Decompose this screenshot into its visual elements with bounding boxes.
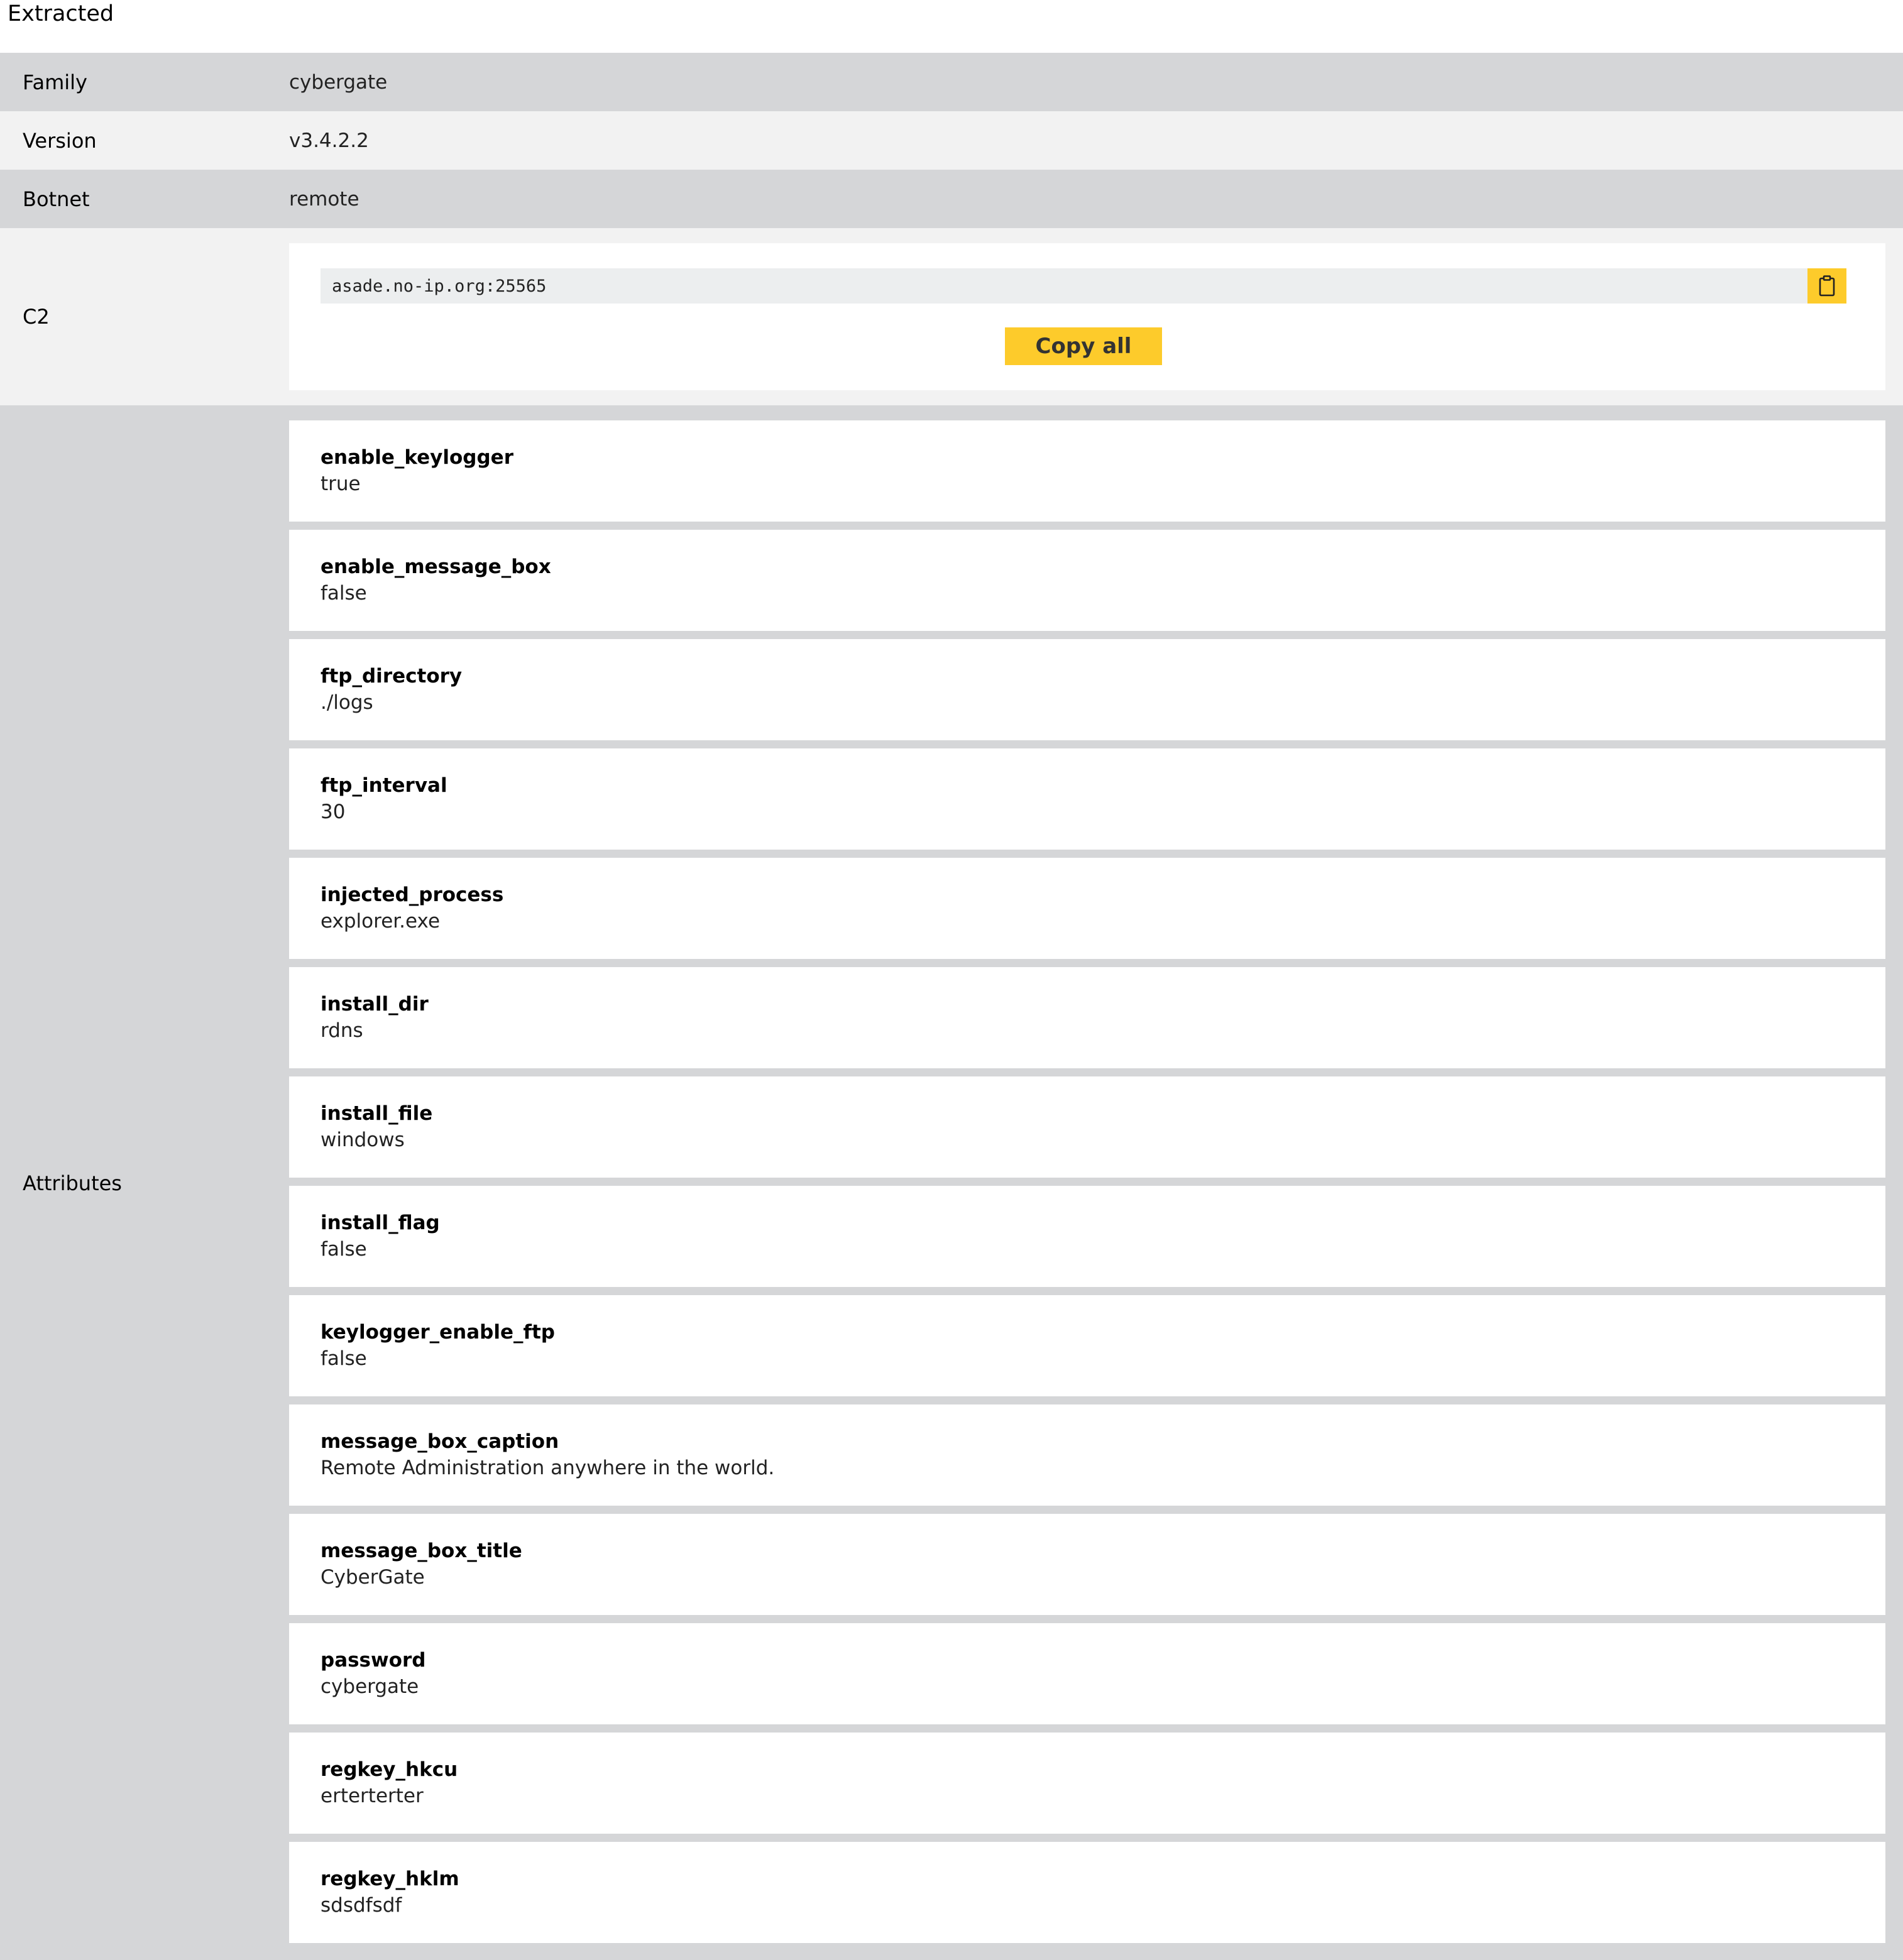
version-label: Version — [23, 128, 97, 153]
attribute-value: 30 — [321, 801, 346, 823]
attribute-value: rdns — [321, 1019, 363, 1042]
attribute-key: ftp_interval — [321, 774, 447, 797]
attribute-key: enable_keylogger — [321, 446, 513, 469]
attribute-value: ./logs — [321, 691, 373, 714]
attribute-item: regkey_hklm sdsdfsdf — [289, 1842, 1885, 1943]
attribute-value: cybergate — [321, 1675, 419, 1698]
attribute-value: explorer.exe — [321, 910, 441, 933]
attribute-item: ftp_directory ./logs — [289, 639, 1885, 740]
attribute-item: message_box_title CyberGate — [289, 1514, 1885, 1615]
attribute-key: regkey_hklm — [321, 1868, 459, 1890]
attribute-value: windows — [321, 1129, 405, 1151]
attribute-key: password — [321, 1649, 426, 1672]
attribute-value: Remote Administration anywhere in the wo… — [321, 1457, 775, 1479]
attribute-item: message_box_caption Remote Administratio… — [289, 1404, 1885, 1506]
botnet-row: Botnet remote — [0, 170, 1903, 228]
attribute-key: regkey_hkcu — [321, 1758, 458, 1781]
family-row: Family cybergate — [0, 53, 1903, 111]
attribute-item: install_dir rdns — [289, 967, 1885, 1068]
attribute-value: false — [321, 582, 367, 605]
c2-box: asade.no-ip.org:25565 Copy all — [289, 243, 1885, 390]
attribute-item: password cybergate — [289, 1623, 1885, 1724]
attribute-key: message_box_title — [321, 1540, 522, 1562]
attribute-value: true — [321, 473, 361, 495]
attributes-row: Attributes enable_keylogger true enable_… — [0, 405, 1903, 1960]
c2-row: C2 asade.no-ip.org:25565 Copy all — [0, 228, 1903, 405]
attribute-key: install_dir — [321, 993, 429, 1016]
attribute-key: keylogger_enable_ftp — [321, 1321, 555, 1344]
attributes-label: Attributes — [23, 1171, 122, 1195]
section-heading: Extracted — [8, 1, 114, 26]
attribute-value: CyberGate — [321, 1566, 425, 1589]
copy-all-button[interactable]: Copy all — [1005, 327, 1162, 365]
attribute-item: ftp_interval 30 — [289, 748, 1885, 850]
attribute-value: false — [321, 1347, 367, 1370]
c2-label: C2 — [23, 305, 50, 329]
copy-c2-button[interactable] — [1807, 268, 1846, 304]
attribute-key: ftp_directory — [321, 665, 463, 687]
attribute-item: enable_keylogger true — [289, 420, 1885, 522]
version-value: v3.4.2.2 — [289, 129, 369, 152]
extracted-config-page: Extracted Family cybergate Version v3.4.… — [0, 0, 1903, 1960]
botnet-value: remote — [289, 187, 359, 211]
attribute-key: injected_process — [321, 884, 504, 906]
attribute-item: install_file windows — [289, 1076, 1885, 1178]
attribute-key: install_flag — [321, 1212, 440, 1234]
attribute-item: install_flag false — [289, 1186, 1885, 1287]
family-value: cybergate — [289, 70, 388, 94]
attribute-key: enable_message_box — [321, 556, 551, 578]
attribute-key: install_file — [321, 1102, 433, 1125]
copy-all-wrapper: Copy all — [321, 327, 1846, 365]
version-row: Version v3.4.2.2 — [0, 111, 1903, 170]
attribute-item: keylogger_enable_ftp false — [289, 1295, 1885, 1396]
attribute-key: message_box_caption — [321, 1430, 559, 1453]
c2-entry: asade.no-ip.org:25565 — [321, 268, 1846, 304]
attribute-item: enable_message_box false — [289, 530, 1885, 631]
c2-container: asade.no-ip.org:25565 Copy all — [289, 228, 1903, 405]
attribute-value: false — [321, 1238, 367, 1261]
attribute-item: injected_process explorer.exe — [289, 858, 1885, 959]
botnet-label: Botnet — [23, 187, 90, 211]
c2-address[interactable]: asade.no-ip.org:25565 — [321, 276, 1807, 296]
family-label: Family — [23, 70, 87, 94]
attribute-item: regkey_hkcu erterterter — [289, 1733, 1885, 1834]
attribute-value: sdsdfsdf — [321, 1894, 402, 1917]
clipboard-icon — [1819, 275, 1835, 297]
attributes-list: enable_keylogger true enable_message_box… — [289, 405, 1903, 1960]
attribute-value: erterterter — [321, 1785, 424, 1807]
